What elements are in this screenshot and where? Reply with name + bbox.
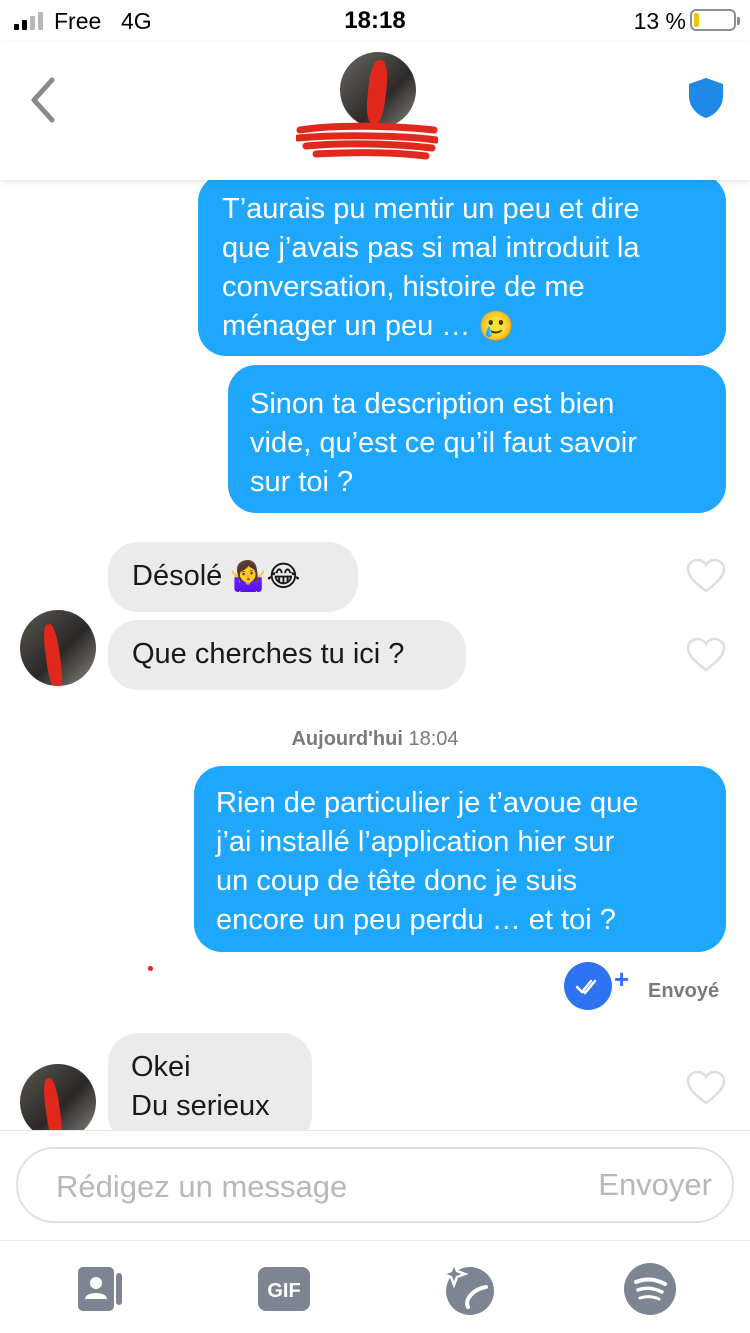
date-day: Aujourd'hui [291, 728, 403, 750]
match-avatar[interactable] [340, 52, 416, 128]
double-check-icon [575, 979, 597, 995]
message-input[interactable] [56, 1167, 556, 1207]
chevron-left-icon [31, 77, 55, 123]
date-divider: Aujourd'hui 18:04 [0, 728, 750, 751]
message-text: T’aurais pu mentir un peu et dire [222, 193, 640, 225]
message-text: Que cherches tu ici ? [132, 638, 405, 670]
message-bubble-incoming[interactable]: Okei Du serieux [108, 1033, 312, 1130]
message-text: j’ai installé l’application hier sur [216, 826, 615, 858]
read-receipt-button[interactable] [564, 962, 612, 1010]
spotify-button[interactable] [622, 1261, 678, 1317]
message-bubble-outgoing[interactable]: Rien de particulier je t’avoue que j’ai … [194, 766, 726, 952]
message-text: Rien de particulier je t’avoue que [216, 787, 639, 819]
message-composer: Envoyer [0, 1130, 750, 1240]
redacted-name-scribble [296, 122, 438, 160]
battery-percent: 13 % [633, 8, 686, 34]
emoji: 🤷‍♀️😂 [230, 560, 301, 593]
message-text: Okei [131, 1051, 191, 1083]
svg-text:GIF: GIF [267, 1280, 300, 1302]
send-button[interactable]: Envoyer [598, 1167, 712, 1203]
gif-icon: GIF [258, 1267, 310, 1311]
message-text: que j’avais pas si mal introduit la [222, 232, 640, 264]
message-text: sur toi ? [250, 466, 354, 498]
contact-card-icon [78, 1267, 122, 1311]
message-list[interactable]: T’aurais pu mentir un peu et dire que j’… [0, 180, 750, 1130]
sender-avatar[interactable] [20, 610, 96, 686]
sparkle-music-icon [439, 1259, 494, 1315]
shield-icon [689, 78, 723, 118]
date-time: 18:04 [408, 728, 459, 750]
message-bubble-incoming[interactable]: Que cherches tu ici ? [108, 620, 466, 690]
spotify-icon [624, 1263, 676, 1315]
message-text: vide, qu’est ce qu’il faut savoir [250, 427, 637, 459]
message-bubble-outgoing[interactable]: Sinon ta description est bien vide, qu’e… [228, 365, 726, 513]
red-dot [148, 966, 153, 971]
like-heart-icon[interactable] [686, 1070, 726, 1106]
message-text: Désolé [132, 560, 223, 592]
like-heart-icon[interactable] [686, 558, 726, 594]
message-bubble-outgoing[interactable]: T’aurais pu mentir un peu et dire que j’… [198, 180, 726, 356]
like-heart-icon[interactable] [686, 637, 726, 673]
gif-button[interactable]: GIF [256, 1261, 312, 1317]
sparkle-music-button[interactable] [439, 1259, 496, 1317]
message-text: un coup de tête donc je suis [216, 865, 578, 897]
chat-header [0, 42, 750, 180]
message-text: encore un peu perdu … et toi ? [216, 904, 616, 936]
sender-avatar[interactable] [20, 1064, 96, 1130]
attachment-toolbar: GIF [0, 1240, 750, 1333]
message-text: conversation, histoire de me [222, 271, 585, 303]
back-button[interactable] [24, 72, 64, 128]
battery-icon [690, 9, 740, 31]
message-input-container[interactable]: Envoyer [16, 1147, 734, 1223]
emoji: 🥲 [478, 310, 515, 343]
contact-card-button[interactable] [72, 1261, 128, 1317]
sent-status-label: Envoyé [648, 980, 720, 1002]
message-text: Sinon ta description est bien [250, 388, 615, 420]
message-bubble-incoming[interactable]: Désolé 🤷‍♀️😂 [108, 542, 358, 612]
status-bar: Free 4G 18:18 13 % [0, 0, 750, 42]
message-text: ménager un peu … 🥲 [222, 307, 706, 347]
safety-button[interactable] [686, 76, 726, 120]
message-text: Du serieux [131, 1090, 270, 1122]
plus-icon[interactable]: + [614, 964, 629, 995]
